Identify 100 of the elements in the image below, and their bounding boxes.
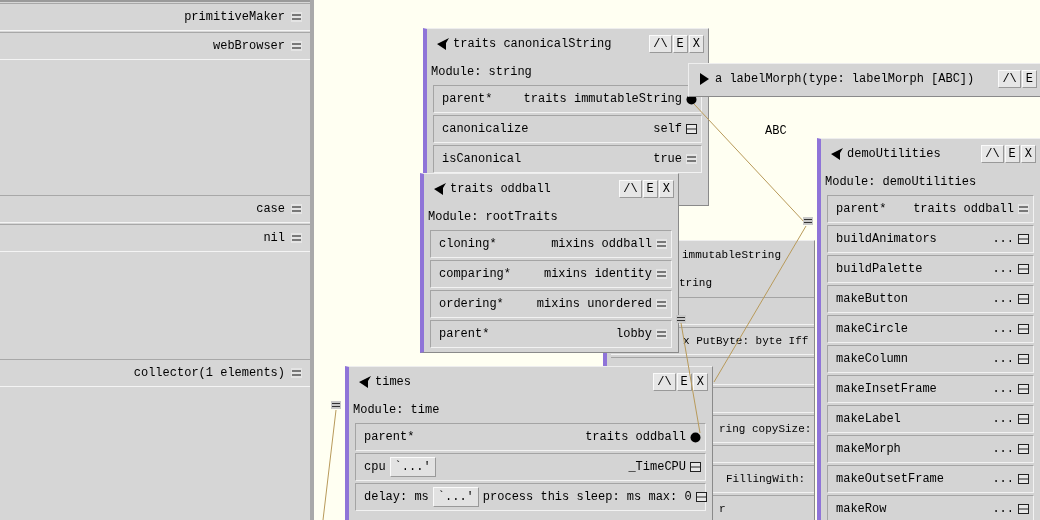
slot-row[interactable]: makeMorph ... [827,435,1034,463]
connector-handle-icon[interactable] [676,315,686,323]
slot-row[interactable]: makeLabel ... [827,405,1034,433]
slot-row[interactable]: buildAnimators ... [827,225,1034,253]
slot-row[interactable]: comparing* mixins identity [430,260,672,288]
method-icon[interactable] [1018,444,1029,454]
connector-handle-icon[interactable] [803,217,813,225]
slot-value: ... [992,231,1014,248]
slot-label: case [256,201,285,218]
window-button[interactable]: X [692,373,708,391]
slot-value: mixins oddball [551,236,652,253]
slot-row[interactable]: isCanonical true [433,145,702,173]
outliner-title: traits canonicalString [453,36,612,53]
data-slot-icon[interactable] [291,12,302,22]
slot-name: makeColumn [836,351,908,368]
method-icon[interactable] [1018,354,1029,364]
data-slot-icon[interactable] [291,368,302,378]
slot-row[interactable]: cpu `...' _TimeCPU [355,453,706,481]
slot-row[interactable]: canonicalize self [433,115,702,143]
edit-button[interactable]: `...' [389,457,436,477]
slot-value: mixins identity [543,266,652,283]
data-slot-icon[interactable] [1018,204,1029,214]
slot-name: parent* [442,91,493,108]
method-icon[interactable] [1018,504,1029,514]
slot-row[interactable]: parent* traits oddball [827,195,1034,223]
method-icon[interactable] [690,462,701,472]
slot-row[interactable]: makeInsetFrame ... [827,375,1034,403]
slot-row[interactable]: parent* traits oddball [355,423,706,451]
slot-row[interactable]: buildPalette ... [827,255,1034,283]
module-label: tring [679,275,712,291]
slot-value: ... [992,381,1014,398]
collapse-triangle-icon[interactable] [437,38,449,50]
expand-triangle-icon[interactable] [699,73,711,85]
slot-value: lobby [616,326,652,343]
outliner-title: a labelMorph(type: labelMorph [ABC]) [715,71,975,88]
window-button[interactable]: /\ [649,35,672,53]
slot-value: traits oddball [585,429,686,446]
slot-name: cloning* [439,236,497,253]
slot-value: ... [992,471,1014,488]
window-button[interactable]: E [676,373,692,391]
slot-row[interactable]: makeCircle ... [827,315,1034,343]
data-slot-icon[interactable] [686,154,697,164]
data-slot-icon[interactable] [656,299,667,309]
collapse-triangle-icon[interactable] [434,183,446,195]
data-slot-icon[interactable] [291,41,302,51]
window-button[interactable]: /\ [619,180,642,198]
slot-row[interactable]: delay: ms `...' process this sleep: ms max: 0 [355,483,706,511]
connector-handle-icon[interactable] [331,401,341,409]
window-button[interactable]: E [1004,145,1020,163]
method-icon[interactable] [1018,324,1029,334]
slot-row[interactable]: makeRow ... [827,495,1034,520]
method-icon[interactable] [1018,264,1029,274]
window-button[interactable]: E [672,35,688,53]
method-icon[interactable] [1018,474,1029,484]
collapse-triangle-icon[interactable] [359,376,371,388]
slot-value: _TimeCPU [628,459,686,476]
data-slot-icon[interactable] [291,233,302,243]
slot-name: cpu [364,459,386,476]
method-icon[interactable] [1018,294,1029,304]
collapse-triangle-icon[interactable] [831,148,843,160]
window-button[interactable]: X [1020,145,1036,163]
method-icon[interactable] [1018,234,1029,244]
slot-name: ring copySize: [719,421,812,437]
slot-row[interactable]: ordering* mixins unordered [430,290,672,318]
label-morph-text: ABC [765,123,787,140]
slot-label: primitiveMaker [184,9,285,26]
outliner-title: immutableString [682,247,782,263]
slot-row[interactable]: parent* lobby [430,320,672,348]
data-slot-icon[interactable] [656,329,667,339]
module-label: Module: string [431,64,532,81]
window-button[interactable]: /\ [653,373,676,391]
data-slot-icon[interactable] [656,239,667,249]
window-button[interactable]: E [642,180,658,198]
window-button[interactable]: /\ [998,70,1021,88]
slot-name: x PutByte: byte Iff [683,333,809,349]
window-button[interactable]: /\ [981,145,1004,163]
slot-row[interactable]: cloning* mixins oddball [430,230,672,258]
method-icon[interactable] [695,492,707,502]
method-icon[interactable] [1018,384,1029,394]
slot-name: parent* [364,429,415,446]
slot-name: ordering* [439,296,504,313]
reference-dot-icon[interactable] [690,431,701,443]
slot-value: self [653,121,682,138]
slot-label: collector(1 elements) [133,365,285,382]
method-icon[interactable] [1018,414,1029,424]
edit-button[interactable]: `...' [432,487,479,507]
slot-row[interactable]: makeButton ... [827,285,1034,313]
slot-name: delay: ms [364,489,429,506]
window-button[interactable]: X [688,35,704,53]
method-icon[interactable] [686,124,697,134]
slot-name: makeOutsetFrame [836,471,945,488]
module-label: Module: time [353,402,440,419]
data-slot-icon[interactable] [656,269,667,279]
data-slot-icon[interactable] [291,204,302,214]
window-button[interactable]: X [658,180,674,198]
slot-row[interactable]: makeOutsetFrame ... [827,465,1034,493]
slot-row[interactable]: makeColumn ... [827,345,1034,373]
slot-name: FillingWith: [726,471,806,487]
window-button[interactable]: E [1021,70,1037,88]
slot-row[interactable]: parent* traits immutableString [433,85,702,113]
